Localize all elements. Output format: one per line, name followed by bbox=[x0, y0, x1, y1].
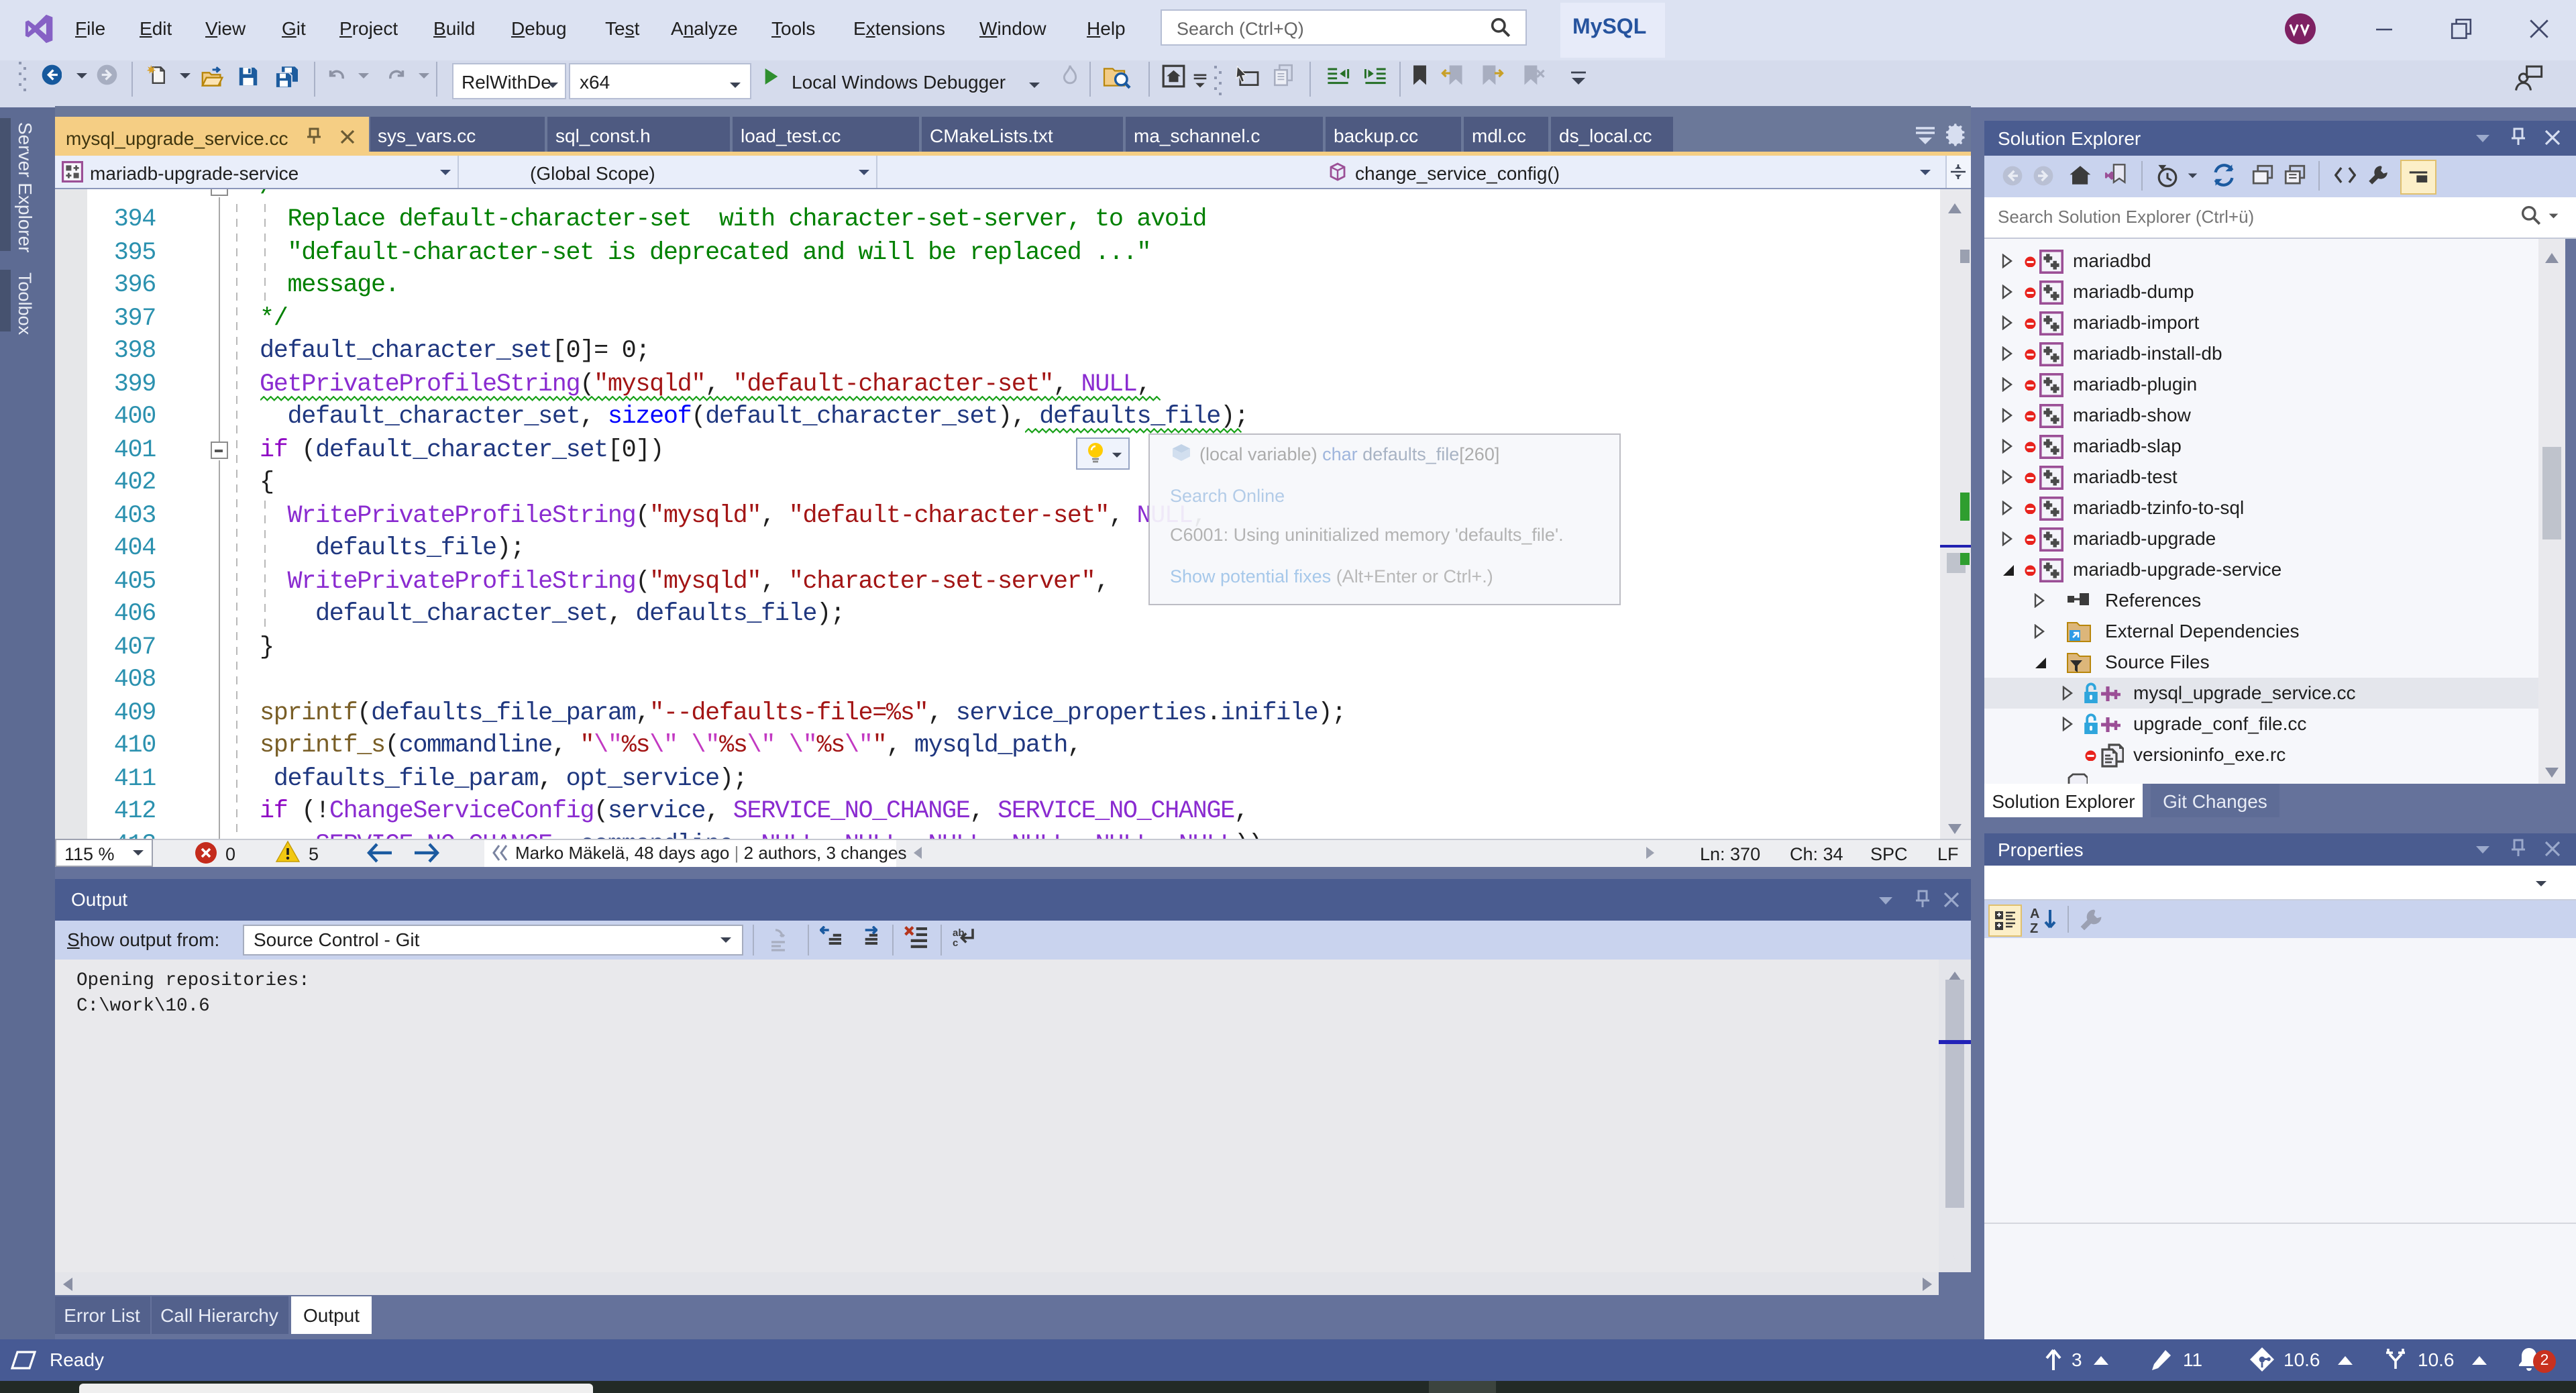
svg-text:Z: Z bbox=[2030, 921, 2038, 934]
svg-text:A: A bbox=[2030, 907, 2039, 921]
svg-text:c: c bbox=[953, 937, 958, 949]
